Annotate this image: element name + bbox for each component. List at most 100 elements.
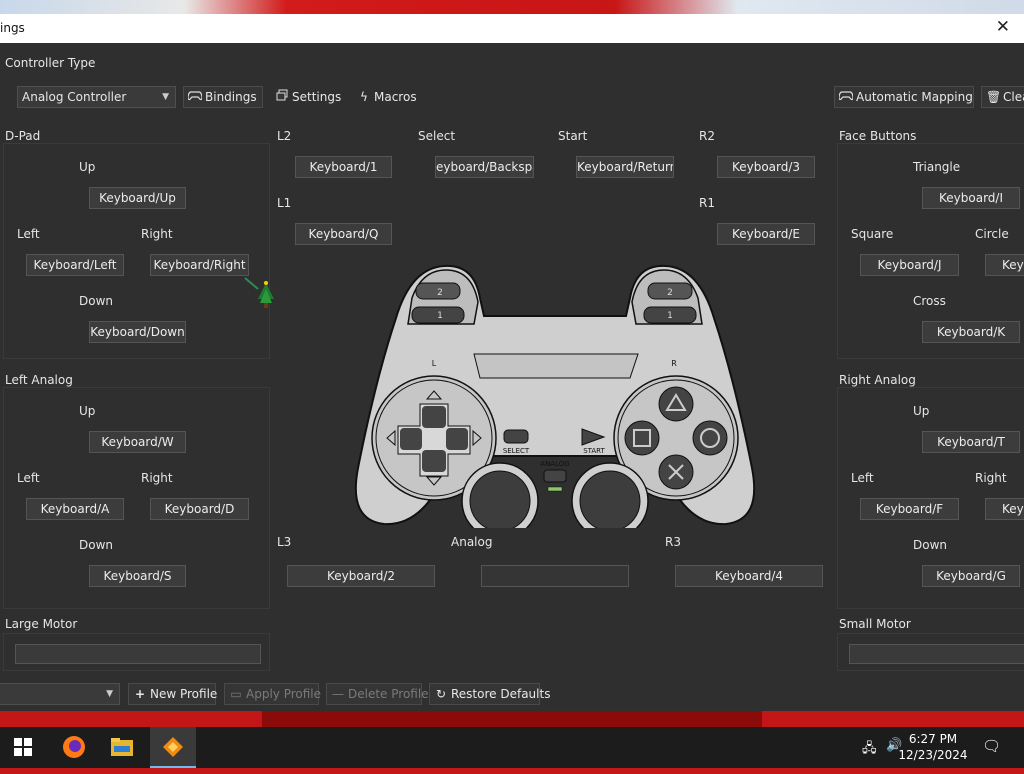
controller-type-label: Controller Type [5,56,96,70]
app-taskbar-icon[interactable] [150,727,196,768]
taskbar-date: 12/23/2024 [898,748,968,762]
notifications-icon[interactable]: 🗨 [982,737,1001,755]
r3-binding[interactable]: Keyboard/4 [675,565,823,587]
right-analog-title: Right Analog [839,373,916,387]
triangle-label: Triangle [913,160,961,174]
left-analog-left-label: Left [17,471,40,485]
analog-binding[interactable] [481,565,629,587]
controller-image: 2 1 2 1 L R SELECT START ANALOG [354,264,756,528]
taskbar-time: 6:27 PM [908,732,958,746]
apply-profile-label: Apply Profile [246,687,322,701]
right-analog-right-binding[interactable]: Keyb [985,498,1024,520]
gamepad-icon [838,87,854,108]
left-analog-right-label: Right [141,471,173,485]
r2-label: R2 [699,129,715,143]
select-text: SELECT [503,447,530,455]
dpad-left-binding[interactable]: Keyboard/Left [26,254,124,276]
taskbar-clock[interactable]: 6:27 PM 12/23/2024 [898,731,968,763]
cross-binding[interactable]: Keyboard/K [922,321,1020,343]
small-motor-binding[interactable] [849,644,1024,664]
triangle-binding[interactable]: Keyboard/I [922,187,1020,209]
settings-label: Settings [292,90,342,104]
l2-binding[interactable]: Keyboard/1 [295,156,392,178]
cross-label: Cross [913,294,946,308]
l1-binding[interactable]: Keyboard/Q [295,223,392,245]
macros-label: Macros [374,90,417,104]
l1-number: 1 [437,311,443,321]
face-buttons-title: Face Buttons [839,129,917,143]
right-analog-right-label: Right [975,471,1007,485]
l-letter: L [432,359,437,368]
controller-type-select[interactable]: Analog Controller ▼ [17,86,176,108]
start-label: Start [558,129,588,143]
r1-binding[interactable]: Keyboard/E [717,223,815,245]
chevron-down-icon: ▼ [162,92,169,102]
left-analog-title: Left Analog [5,373,73,387]
controller-type-value: Analog Controller [22,90,127,104]
close-icon[interactable]: ✕ [996,17,1010,37]
select-label: Select [418,129,456,143]
lightning-icon: ϟ [360,90,368,104]
window-icon [275,87,289,108]
right-analog-left-label: Left [851,471,874,485]
right-analog-down-label: Down [913,538,948,552]
taskbar: 🖧 🔊 6:27 PM 12/23/2024 🗨 [0,727,1024,768]
r2-binding[interactable]: Keyboard/3 [717,156,815,178]
network-icon[interactable]: 🖧 [862,739,877,761]
file-explorer-icon[interactable] [99,727,145,768]
profile-select[interactable]: ▼ [0,683,120,705]
large-motor-binding[interactable] [15,644,261,664]
macros-button[interactable]: ϟ Macros [352,86,420,108]
l2-number: 2 [437,288,443,298]
new-profile-button[interactable]: + New Profile [128,683,217,705]
bindings-label: Bindings [205,90,257,104]
r-letter: R [671,359,677,368]
select-binding[interactable]: eyboard/Backspac [435,156,534,178]
dpad-down-binding[interactable]: Keyboard/Down [89,321,186,343]
settings-button[interactable]: Settings [270,86,342,108]
right-analog-left-binding[interactable]: Keyboard/F [860,498,959,520]
restore-defaults-label: Restore Defaults [451,687,551,701]
chevron-down-icon: ▼ [106,689,113,699]
apply-profile-button[interactable]: ▭ Apply Profile [224,683,322,705]
large-motor-label: Large Motor [5,617,78,631]
automatic-mapping-button[interactable]: Automatic Mapping [834,86,974,108]
restore-defaults-button[interactable]: ↻ Restore Defaults [429,683,550,705]
dpad-left-label: Left [17,227,40,241]
small-motor-label: Small Motor [839,617,911,631]
dpad-down-label: Down [79,294,114,308]
delete-profile-button[interactable]: — Delete Profile [326,683,429,705]
l1-label: L1 [277,196,292,210]
clear-button[interactable]: 🗑Clea [981,86,1024,108]
dpad-up-binding[interactable]: Keyboard/Up [89,187,186,209]
analog-text: ANALOG [540,460,569,468]
minus-icon: — [332,687,344,701]
l3-binding[interactable]: Keyboard/2 [287,565,435,587]
mouse-cursor [244,277,276,311]
window-title: ings [0,21,25,35]
desktop-wallpaper-top [0,0,1024,14]
square-binding[interactable]: Keyboard/J [860,254,959,276]
gamepad-icon [187,87,203,108]
window-titlebar[interactable]: ings ✕ [0,14,1024,43]
circle-binding[interactable]: Keyb [985,254,1024,276]
right-analog-up-binding[interactable]: Keyboard/T [922,431,1020,453]
controller-settings-window: Controller Type Analog Controller ▼ Bind… [0,43,1024,711]
square-label: Square [851,227,894,241]
r3-label: R3 [665,535,681,549]
firefox-icon[interactable] [51,727,97,768]
left-analog-left-binding[interactable]: Keyboard/A [26,498,124,520]
left-analog-down-binding[interactable]: Keyboard/S [89,565,186,587]
delete-profile-label: Delete Profile [348,687,429,701]
windows-start-icon[interactable] [0,727,46,768]
start-binding[interactable]: Keyboard/Return [576,156,674,178]
dpad-right-binding[interactable]: Keyboard/Right [150,254,249,276]
left-analog-up-binding[interactable]: Keyboard/W [89,431,186,453]
left-analog-right-binding[interactable]: Keyboard/D [150,498,249,520]
left-analog-down-label: Down [79,538,114,552]
right-analog-up-label: Up [913,404,930,418]
right-analog-down-binding[interactable]: Keyboard/G [922,565,1020,587]
dpad-title: D-Pad [5,129,41,143]
bindings-button[interactable]: Bindings [183,86,263,108]
refresh-icon: ↻ [435,687,447,701]
